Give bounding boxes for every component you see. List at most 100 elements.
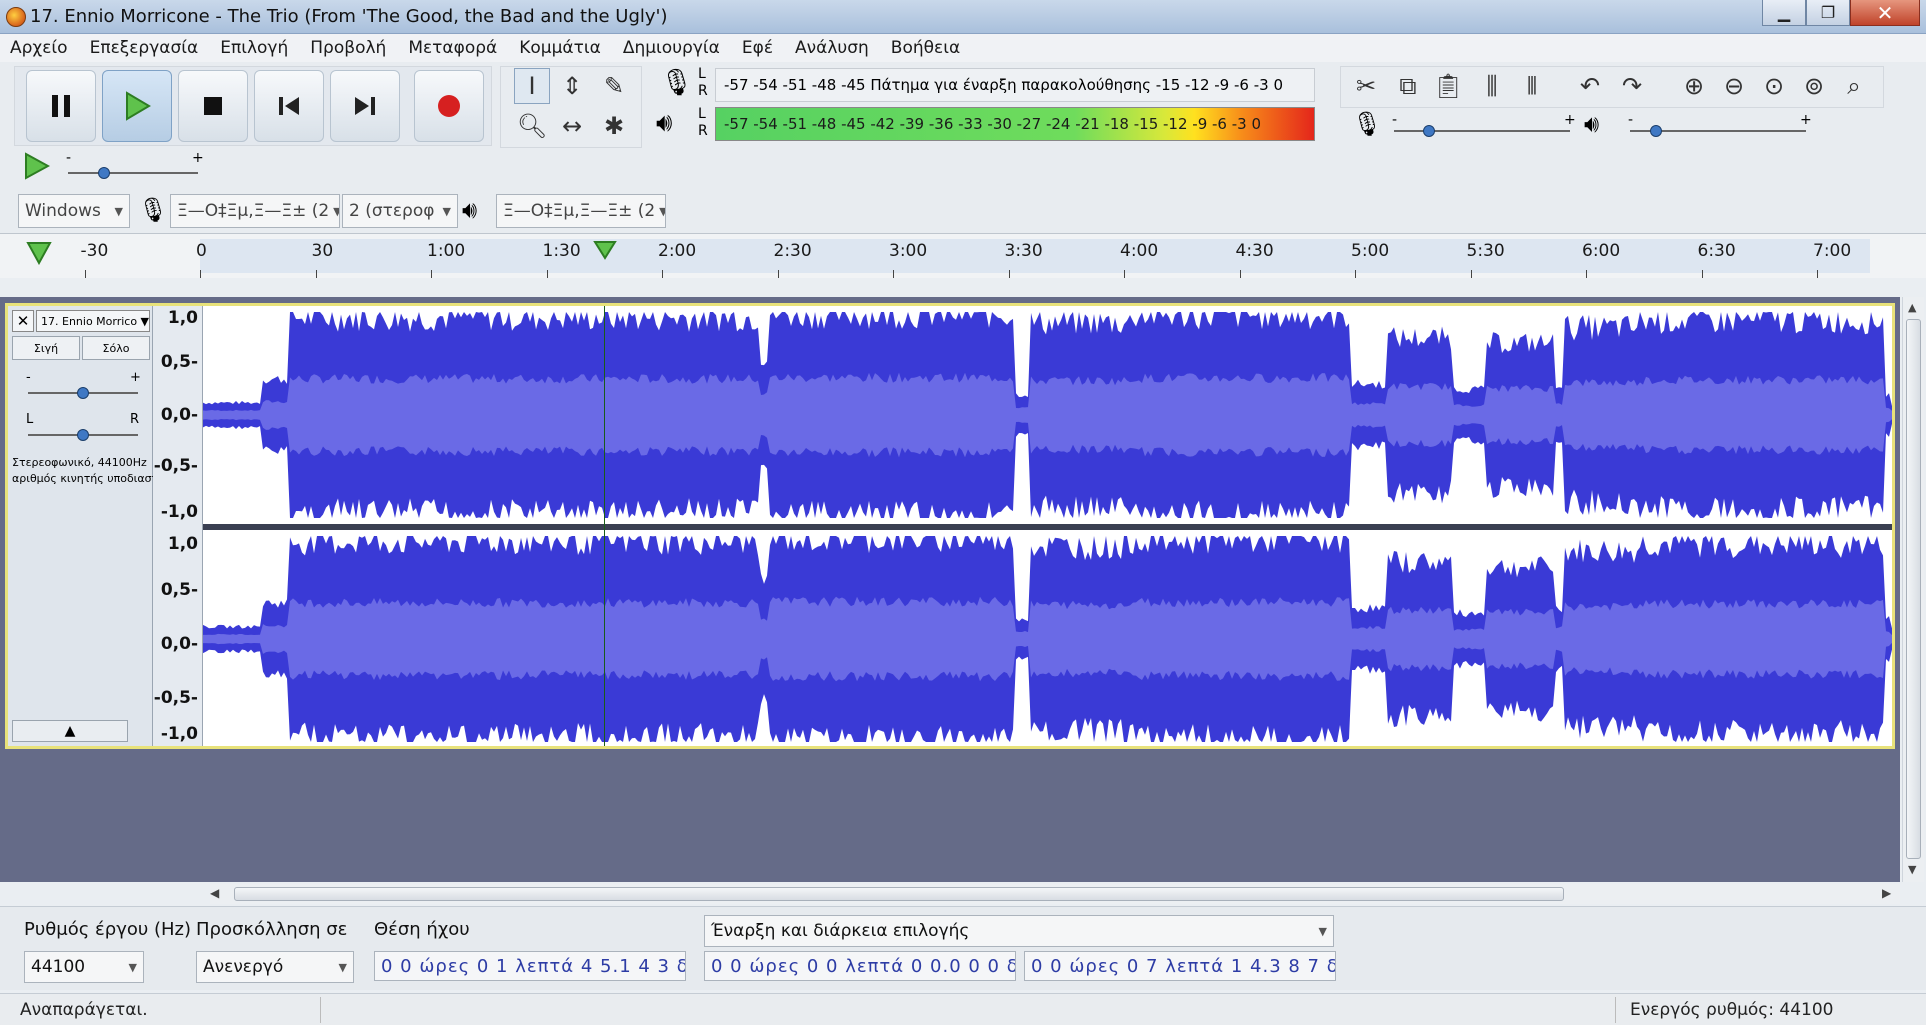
silence-audio-icon: ⫴	[1526, 72, 1538, 100]
skip-to-start-button[interactable]	[254, 70, 324, 142]
ruler-tick-mark	[1470, 270, 1472, 278]
scale-top-m05: -0,5-	[153, 456, 198, 476]
channels-select[interactable]: 2 (στεροφ ▼	[342, 194, 458, 228]
selection-mode-select[interactable]: Έναρξη και διάρκεια επιλογής ▼	[704, 915, 1334, 947]
playback-device-select[interactable]: Ξ—Ο‡Ξμ‚Ξ—Ξ± (2▼	[496, 194, 666, 228]
menu-generate[interactable]: Δημιουργία	[623, 38, 720, 58]
skip-to-end-button[interactable]	[330, 70, 400, 142]
playback-meter[interactable]: -57 -54 -51 -48 -45 -42 -39 -36 -33 -30 …	[715, 107, 1315, 141]
minimize-button[interactable]: ▁	[1762, 0, 1806, 26]
scroll-up-icon[interactable]: ▲	[1908, 301, 1916, 314]
ruler-tick-label: 0	[196, 241, 207, 261]
collapse-up-icon: ▲	[64, 723, 76, 739]
playback-volume-min: -	[1628, 112, 1634, 128]
close-button[interactable]: ✕	[1850, 0, 1920, 26]
speed-max: +	[192, 150, 204, 166]
track-name-menu[interactable]: 17. Ennio Morrico ▼	[36, 310, 150, 332]
copy-button[interactable]: ⧉	[1390, 68, 1426, 104]
mute-button[interactable]: Σιγή	[12, 336, 80, 360]
maximize-button[interactable]: ❐	[1806, 0, 1850, 26]
silence-button[interactable]: ⫴	[1514, 68, 1550, 104]
envelope-tool-button[interactable]: ⇕	[554, 68, 590, 104]
gain-max: +	[130, 370, 141, 385]
redo-button[interactable]: ↷	[1614, 68, 1650, 104]
stop-button[interactable]	[178, 70, 248, 142]
timeline-ruler[interactable]: -30 0 30 1:00 1:30 2:00 2:30 3:00 3:30 4:00 4:30 5:…	[0, 233, 1926, 278]
magnifier-icon: 🔍︎	[516, 112, 548, 140]
scissors-icon: ✂	[1355, 72, 1377, 100]
scrub-play-head-icon[interactable]	[26, 241, 52, 270]
multi-tool-button[interactable]: ✱	[596, 108, 632, 144]
ruler-tick-mark	[1355, 270, 1356, 278]
horizontal-scroll-thumb[interactable]	[234, 887, 1564, 901]
ruler-tick-label: 2:30	[773, 241, 812, 261]
pause-button[interactable]	[26, 70, 96, 142]
playback-meter-scale: -57 -54 -51 -48 -45 -42 -39 -36 -33 -30 …	[724, 115, 1261, 133]
track-area: ✕ 17. Ennio Morrico ▼ Σιγή Σόλο - + L R Σ…	[0, 297, 1900, 882]
menu-transport[interactable]: Μεταφορά	[408, 38, 497, 58]
chevron-down-icon: ▼	[329, 205, 339, 218]
selection-length-field[interactable]: 0 0 ώρες 0 7 λεπτά 1 4.3 8 7 δευτ.▼	[1024, 951, 1336, 981]
project-rate-select[interactable]: 44100 ▼	[24, 951, 144, 983]
menu-edit[interactable]: Επεξεργασία	[90, 38, 199, 58]
zoom-out-button[interactable]: ⊖	[1716, 68, 1752, 104]
vertical-scale: 1,0 0,5- 0,0- -0,5- -1,0 1,0 0,5- 0,0- -…	[153, 306, 203, 746]
gain-slider[interactable]	[77, 387, 89, 399]
snap-to-select[interactable]: Ανενεργό ▼	[196, 951, 354, 983]
pencil-icon: ✎	[603, 72, 625, 100]
fit-project-button[interactable]: ⊚	[1796, 68, 1832, 104]
menu-effect[interactable]: Εφέ	[742, 38, 773, 58]
zoom-toggle-button[interactable]: ⌕	[1836, 68, 1872, 104]
ruler-tick-mark	[1701, 270, 1703, 278]
cut-button[interactable]: ✂	[1348, 68, 1384, 104]
audio-host-select[interactable]: Windows ▼	[18, 194, 130, 228]
vertical-scroll-thumb[interactable]	[1906, 319, 1921, 859]
record-volume-min: -	[1392, 112, 1398, 128]
timeshift-tool-button[interactable]: ↔	[554, 108, 590, 144]
ibeam-icon: I	[528, 72, 536, 100]
play-button[interactable]	[102, 70, 172, 142]
scroll-left-icon[interactable]: ◀	[210, 886, 219, 900]
draw-tool-button[interactable]: ✎	[596, 68, 632, 104]
menu-view[interactable]: Προβολή	[310, 38, 386, 58]
zoom-in-button[interactable]: ⊕	[1676, 68, 1712, 104]
track-close-button[interactable]: ✕	[12, 310, 34, 332]
playback-meter-channels: L R	[698, 106, 708, 140]
ruler-tick-mark	[431, 270, 432, 278]
skip-start-icon	[279, 97, 299, 115]
scroll-right-icon[interactable]: ▶	[1882, 886, 1891, 900]
ruler-tick-label: 4:00	[1120, 241, 1159, 261]
audio-position-field[interactable]: 0 0 ώρες 0 1 λεπτά 4 5.1 4 3 δευτ.▼	[374, 951, 686, 981]
play-at-speed-button[interactable]	[22, 152, 51, 185]
menu-help[interactable]: Βοήθεια	[891, 38, 960, 58]
selection-start-field[interactable]: 0 0 ώρες 0 0 λεπτά 0 0.0 0 0 δευτ.▼	[704, 951, 1016, 981]
paste-button[interactable]: 📋︎	[1430, 68, 1466, 104]
pan-left-label: L	[26, 412, 34, 427]
status-separator	[320, 997, 321, 1023]
recording-device-select[interactable]: Ξ—Ο‡Ξμ‚Ξ—Ξ± (2▼	[170, 194, 340, 228]
title-bar: 17. Ennio Morricone - The Trio (From 'Th…	[0, 0, 1926, 34]
vertical-scrollbar[interactable]: ▲ ▼	[1902, 297, 1924, 882]
menu-file[interactable]: Αρχείο	[10, 38, 68, 58]
scroll-down-icon[interactable]: ▼	[1908, 863, 1916, 876]
ruler-tick-mark	[1817, 270, 1818, 278]
waveform-area[interactable]	[203, 306, 1892, 746]
ruler-tick-label: -30	[80, 241, 109, 261]
solo-button[interactable]: Σόλο	[82, 336, 150, 360]
collapse-track-button[interactable]: ▲	[12, 720, 128, 742]
selection-tool-button[interactable]: I	[514, 68, 550, 104]
menu-select[interactable]: Επιλογή	[220, 38, 288, 58]
fit-selection-button[interactable]: ⊙	[1756, 68, 1792, 104]
pan-slider[interactable]	[77, 429, 89, 441]
menu-tracks[interactable]: Κομμάτια	[519, 38, 601, 58]
zoom-tool-button[interactable]: 🔍︎	[514, 108, 550, 144]
scale-top-05: 0,5-	[160, 352, 198, 372]
chevron-down-icon: ▼	[655, 205, 665, 218]
trim-button[interactable]: ⫼	[1474, 68, 1510, 104]
undo-button[interactable]: ↶	[1572, 68, 1608, 104]
horizontal-scrollbar[interactable]: ◀ ▶	[210, 884, 1900, 904]
playhead-marker-icon[interactable]	[592, 240, 617, 265]
menu-analyze[interactable]: Ανάλυση	[795, 38, 869, 58]
record-button[interactable]	[414, 70, 484, 142]
record-meter[interactable]: -57 -54 -51 -48 -45 Πάτημα για έναρξη πα…	[715, 68, 1315, 102]
